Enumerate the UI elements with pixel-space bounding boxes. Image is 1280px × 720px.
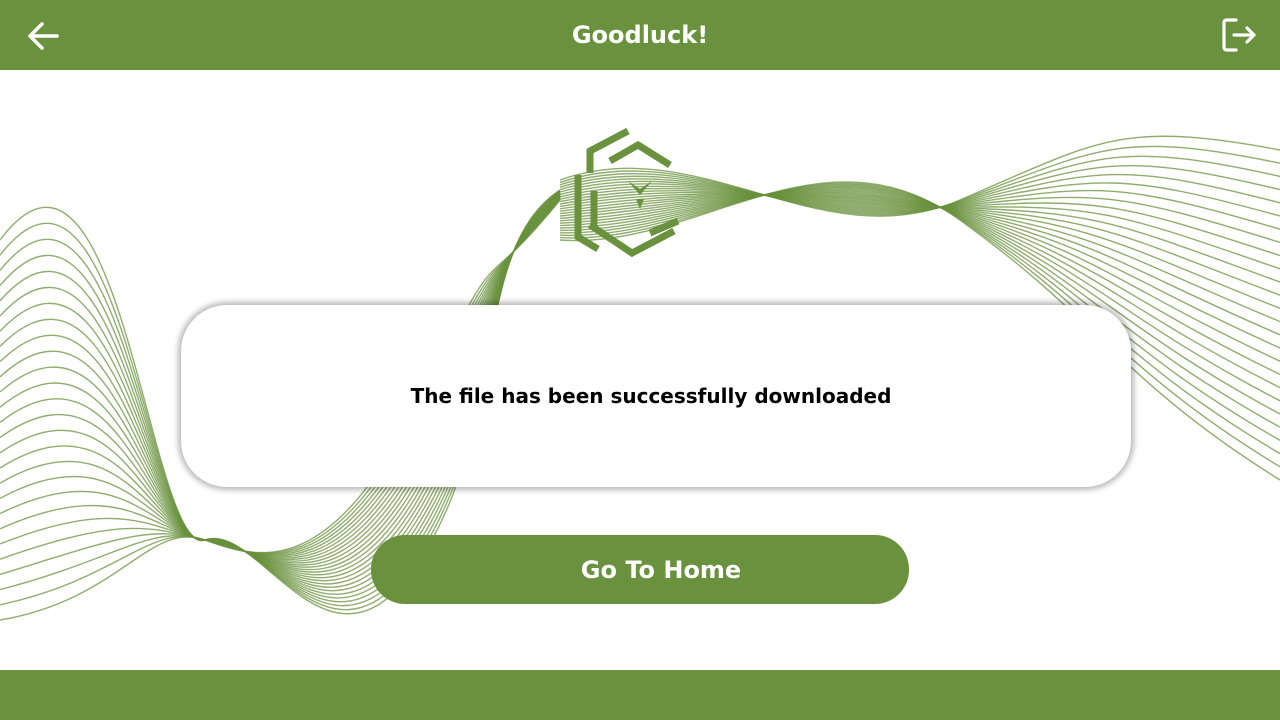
logout-button[interactable] xyxy=(1218,14,1260,56)
go-home-button[interactable]: Go To Home xyxy=(371,535,909,604)
logout-icon xyxy=(1222,18,1256,52)
logo-icon xyxy=(574,127,680,258)
bottom-bar xyxy=(0,670,1280,720)
page-title: Goodluck! xyxy=(571,21,709,49)
success-message-card: The file has been successfully downloade… xyxy=(181,305,1131,487)
top-bar: Goodluck! xyxy=(0,0,1280,70)
success-message: The file has been successfully downloade… xyxy=(410,384,892,408)
go-home-button-label: Go To Home xyxy=(580,555,742,584)
